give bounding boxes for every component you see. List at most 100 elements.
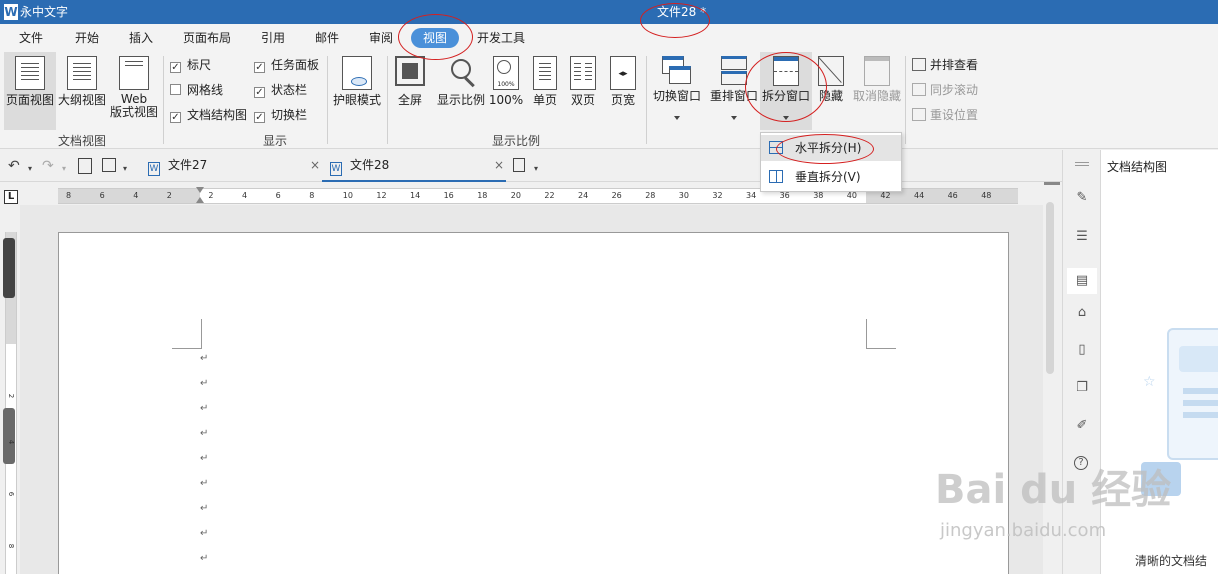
- paragraph-mark: ↵: [200, 528, 209, 539]
- task-pane-label: 任务面板: [271, 58, 320, 72]
- hide-button[interactable]: 隐藏: [814, 52, 848, 130]
- dropdown-caret-icon: [731, 116, 737, 120]
- ruler-tick-label: 4: [133, 191, 139, 200]
- ruler-checkbox[interactable]: ✓ 标尺: [170, 57, 211, 73]
- close-tab-icon[interactable]: ×: [310, 154, 320, 176]
- ruler-tick-label: 38: [813, 191, 824, 200]
- tab-insert[interactable]: 插入: [128, 28, 154, 48]
- document-tab-bar: ↶ ▾ ↷ ▾ ▾ W 文件27 × W 文件28 × ▾: [0, 150, 1062, 182]
- paragraph-mark: ↵: [200, 403, 209, 414]
- clipboard-icon[interactable]: ▯: [1074, 342, 1090, 358]
- tab-document-28[interactable]: W 文件28 ×: [322, 154, 506, 182]
- unhide-button[interactable]: 取消隐藏: [852, 52, 902, 130]
- tab-review[interactable]: 审阅: [368, 28, 394, 48]
- divider: [327, 56, 328, 144]
- tab-view[interactable]: 视图: [411, 28, 459, 48]
- reset-position-button[interactable]: 重设位置: [912, 107, 978, 123]
- group-label-show: 显示: [263, 134, 288, 148]
- page-view-icon: [15, 56, 45, 90]
- eye-mode-button[interactable]: 护眼模式: [330, 52, 384, 130]
- tab-page-layout[interactable]: 页面布局: [182, 28, 232, 48]
- page-view-button[interactable]: 页面视图: [4, 52, 56, 130]
- redo-icon[interactable]: ↷: [42, 158, 54, 174]
- tab-stop-selector[interactable]: L: [4, 190, 18, 204]
- save-icon[interactable]: [102, 158, 116, 172]
- zoom-100-label: 100%: [488, 93, 524, 107]
- horizontal-split-item[interactable]: 水平拆分(H): [761, 135, 901, 161]
- empty-state-illustration: [1167, 328, 1218, 460]
- eye-icon: [342, 56, 372, 90]
- ruler-tick-label: 36: [779, 191, 790, 200]
- two-page-button[interactable]: 双页: [566, 52, 600, 130]
- gridlines-label: 网格线: [187, 83, 224, 97]
- ruler-tick-label: 6: [99, 191, 105, 200]
- copy-icon[interactable]: ❐: [1074, 380, 1090, 396]
- ruler-tick-label: 40: [846, 191, 857, 200]
- customize-dropdown-icon[interactable]: ▾: [123, 161, 127, 177]
- status-bar-checkbox[interactable]: ✓ 状态栏: [254, 82, 307, 98]
- print-preview-icon[interactable]: [78, 158, 92, 174]
- menu-bar: 文件 开始 插入 页面布局 引用 邮件 审阅 视图 开发工具: [0, 24, 1218, 50]
- arrange-window-button[interactable]: 重排窗口: [708, 52, 760, 130]
- zoom-ratio-button[interactable]: 显示比例: [434, 52, 488, 130]
- switch-bar-checkbox[interactable]: ✓ 切换栏: [254, 107, 307, 123]
- document-title: 文件28 *: [657, 5, 707, 19]
- new-document-dropdown-icon[interactable]: ▾: [534, 161, 538, 177]
- redo-dropdown-icon[interactable]: ▾: [62, 161, 66, 177]
- split-window-button[interactable]: 拆分窗口: [760, 52, 812, 130]
- web-view-label-2: 版式视图: [109, 105, 158, 119]
- scrollbar-thumb[interactable]: [1046, 202, 1054, 374]
- switch-bar-label: 切换栏: [271, 108, 308, 122]
- ruler-tick-label: 12: [376, 191, 387, 200]
- new-document-icon[interactable]: [513, 158, 525, 172]
- edit-icon[interactable]: ✐: [1074, 418, 1090, 434]
- tab-developer[interactable]: 开发工具: [476, 28, 526, 48]
- sync-scroll-button[interactable]: 同步滚动: [912, 82, 978, 98]
- ruler-tick-label: 4: [7, 439, 15, 445]
- doc-map-icon[interactable]: ▤: [1067, 268, 1097, 294]
- tab-label: 文件27: [168, 158, 208, 172]
- page-width-button[interactable]: ◂▸ 页宽: [606, 52, 640, 130]
- gridlines-checkbox[interactable]: 网格线: [170, 82, 223, 98]
- web-view-button[interactable]: Web 版式视图: [108, 52, 160, 130]
- tab-file[interactable]: 文件: [18, 28, 44, 48]
- paragraph-mark: ↵: [200, 453, 209, 464]
- indent-marker-icon[interactable]: [196, 187, 205, 205]
- side-by-side-button[interactable]: 并排查看: [912, 57, 978, 73]
- vertical-split-item[interactable]: 垂直拆分(V): [761, 164, 901, 190]
- adjust-icon[interactable]: ☰: [1074, 229, 1090, 245]
- drag-handle-icon[interactable]: [1075, 162, 1089, 163]
- fullscreen-label: 全屏: [397, 93, 422, 107]
- tab-document-27[interactable]: W 文件27 ×: [148, 154, 320, 182]
- lock-icon[interactable]: ⌂: [1074, 305, 1090, 321]
- vertical-ruler[interactable]: 2 4 6 8: [3, 232, 17, 574]
- zoom-100-button[interactable]: 100% 100%: [488, 52, 524, 130]
- ruler-tick-label: 48: [981, 191, 992, 200]
- undo-dropdown-icon[interactable]: ▾: [28, 161, 32, 177]
- document-icon: W: [148, 162, 160, 176]
- doc-map-checkbox[interactable]: ✓ 文档结构图: [170, 107, 247, 123]
- ruler-tick-label: 16: [443, 191, 454, 200]
- tab-mail[interactable]: 邮件: [314, 28, 340, 48]
- unhide-label: 取消隐藏: [852, 89, 901, 103]
- ruler-tick-label: 32: [712, 191, 723, 200]
- task-pane-checkbox[interactable]: ✓ 任务面板: [254, 57, 319, 73]
- status-bar-label: 状态栏: [271, 83, 308, 97]
- outline-view-button[interactable]: 大纲视图: [56, 52, 108, 130]
- pen-icon[interactable]: ✎: [1074, 190, 1090, 206]
- ruler-tick-label: 6: [7, 491, 15, 497]
- undo-icon[interactable]: ↶: [8, 158, 20, 174]
- tab-home[interactable]: 开始: [74, 28, 100, 48]
- scroll-top-marker: [1044, 182, 1060, 185]
- paragraph-mark: ↵: [200, 503, 209, 514]
- tab-references[interactable]: 引用: [260, 28, 286, 48]
- ruler-tick-label: 2: [208, 191, 214, 200]
- one-page-button[interactable]: 单页: [528, 52, 562, 130]
- switch-window-button[interactable]: 切换窗口: [650, 52, 704, 130]
- tab-label: 文件28: [350, 158, 390, 172]
- ruler-tick-label: 20: [510, 191, 521, 200]
- vertical-scrollbar[interactable]: [1043, 182, 1061, 574]
- dropdown-caret-icon: [783, 116, 789, 120]
- close-tab-icon[interactable]: ×: [494, 154, 504, 176]
- fullscreen-button[interactable]: 全屏: [390, 52, 430, 130]
